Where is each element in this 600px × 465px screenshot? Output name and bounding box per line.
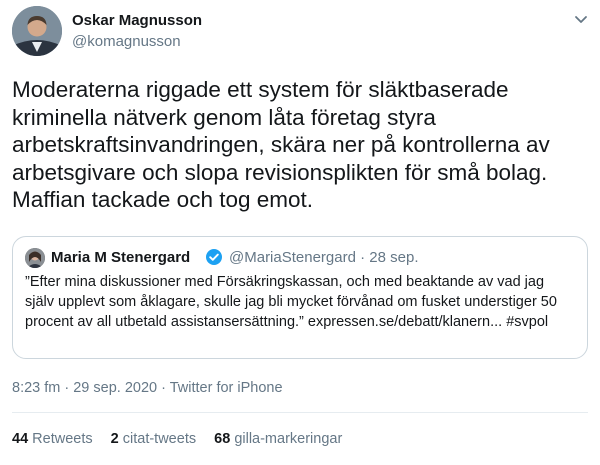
quoted-author-name: Maria M Stenergard bbox=[51, 249, 191, 266]
quoted-date: 28 sep. bbox=[369, 249, 419, 266]
quoted-tweet[interactable]: Maria M Stenergard @MariaStenergard · 28… bbox=[12, 236, 588, 359]
quotes-label: citat-tweets bbox=[122, 431, 197, 447]
author-name[interactable]: Oskar Magnusson bbox=[72, 12, 202, 29]
retweets-stat[interactable]: 44 Retweets bbox=[12, 431, 93, 447]
divider bbox=[12, 412, 588, 413]
quotes-count: 2 bbox=[110, 431, 119, 447]
author-handle[interactable]: @komagnusson bbox=[72, 33, 181, 50]
quoted-meta: @MariaStenergard · 28 sep. bbox=[229, 249, 419, 266]
quoted-text: ”Efter mina diskussioner med Försäkrings… bbox=[25, 274, 557, 330]
retweets-label: Retweets bbox=[32, 431, 93, 447]
quoted-author-handle: @MariaStenergard bbox=[229, 249, 356, 266]
quotes-stat[interactable]: 2 citat-tweets bbox=[111, 431, 196, 447]
chevron-down-icon[interactable] bbox=[572, 10, 590, 28]
likes-label: gilla-markeringar bbox=[234, 431, 343, 447]
tweet-stats: 44 Retweets 2 citat-tweets 68 gilla-mark… bbox=[12, 431, 356, 447]
verified-badge-icon bbox=[205, 248, 223, 266]
likes-stat[interactable]: 68 gilla-markeringar bbox=[214, 431, 342, 447]
tweet-text: Moderaterna riggade ett system för släkt… bbox=[12, 77, 550, 212]
retweets-count: 44 bbox=[12, 431, 29, 447]
author-avatar-image bbox=[12, 6, 62, 56]
author-avatar[interactable] bbox=[12, 6, 62, 56]
meta-separator: · bbox=[360, 249, 366, 266]
likes-count: 68 bbox=[214, 431, 231, 447]
tweet-timestamp[interactable]: 8:23 fm · 29 sep. 2020 · Twitter for iPh… bbox=[12, 380, 283, 396]
quoted-avatar bbox=[25, 248, 45, 268]
